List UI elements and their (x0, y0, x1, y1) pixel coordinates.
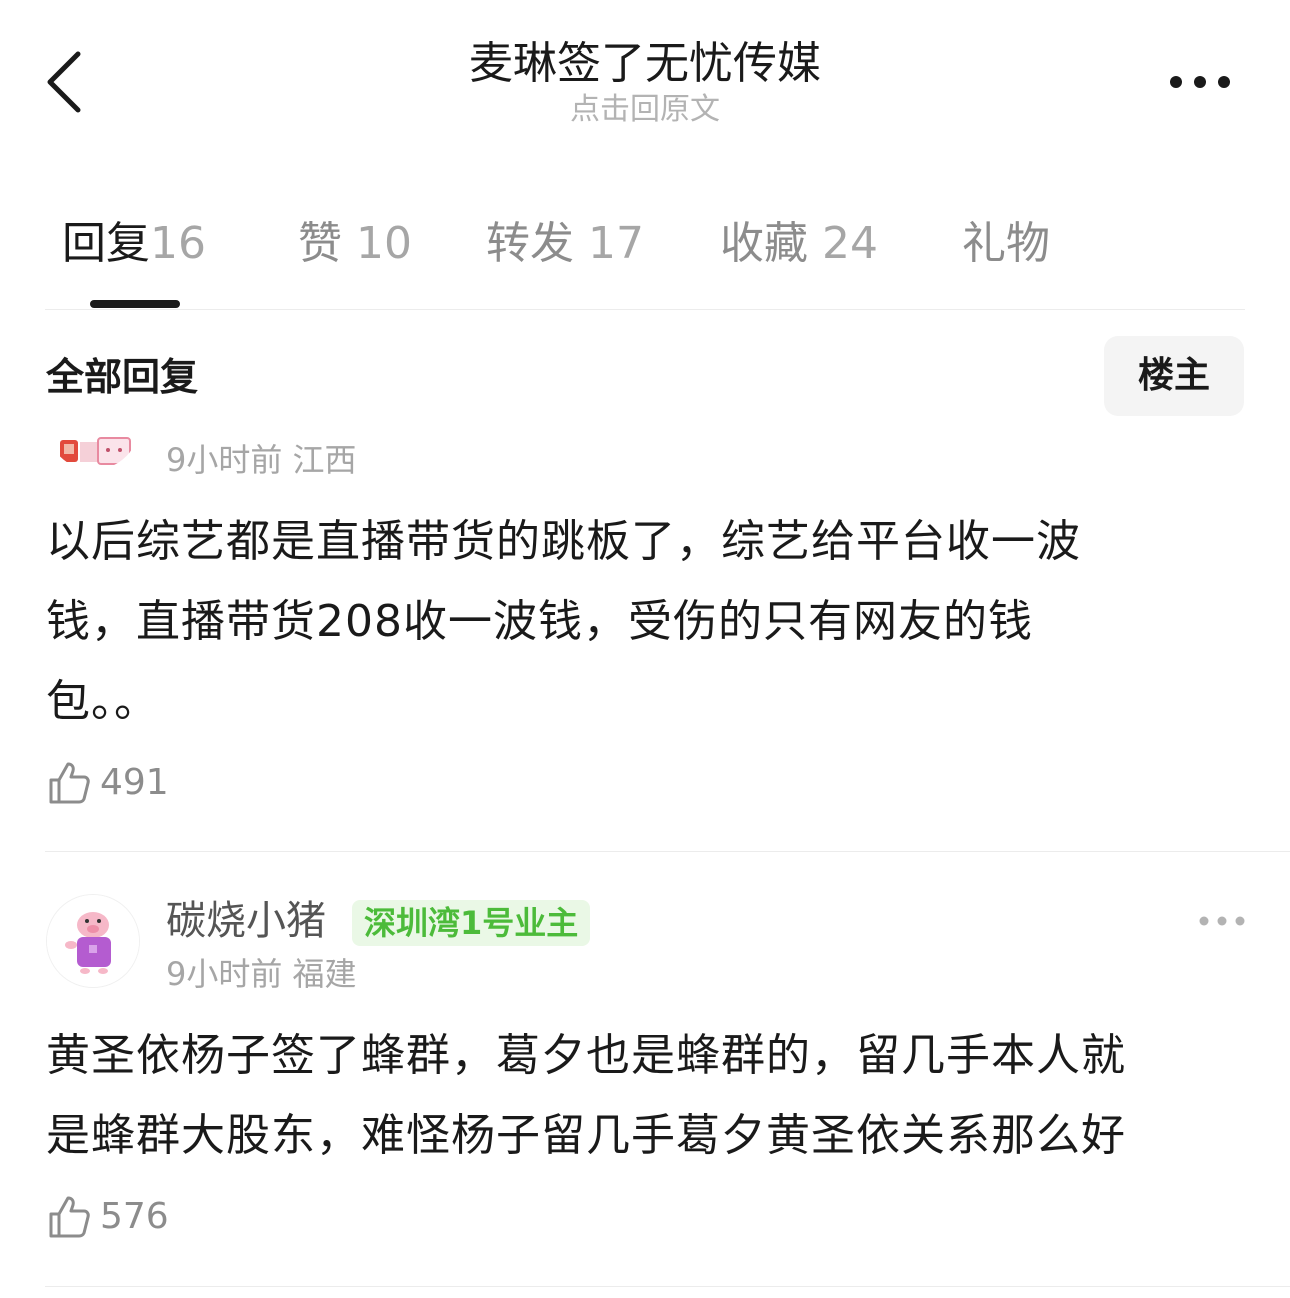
more-icon (1199, 916, 1245, 926)
comment-text: 黄圣依杨子签了蜂群，葛夕也是蜂群的，留几手本人就 是蜂群大股东，难怪杨子留几手葛… (46, 1016, 1246, 1176)
more-options-button[interactable] (1160, 60, 1240, 104)
like-count: 576 (100, 1196, 169, 1237)
comment-page: 麦琳签了无忧传媒 点击回原文 回复16 赞 10 转发 17 收藏 24 礼物 (0, 0, 1290, 1298)
tab-bar: 回复16 赞 10 转发 17 收藏 24 礼物 (0, 200, 1290, 310)
like-button[interactable]: 576 (46, 1192, 186, 1242)
comment-more-button[interactable] (1196, 908, 1248, 934)
tab-label: 赞 (298, 218, 342, 269)
tab-count: 17 (588, 218, 644, 269)
avatar[interactable] (46, 894, 140, 988)
tab-favorites[interactable]: 收藏 24 (720, 214, 878, 274)
thumbs-up-icon (49, 1196, 90, 1238)
back-to-original-link[interactable]: 点击回原文 (0, 92, 1290, 128)
page-title: 麦琳签了无忧传媒 (469, 38, 821, 89)
tab-label: 收藏 (720, 218, 808, 269)
tabs-divider (45, 309, 1245, 310)
comment-meta: 9小时前 福建 (166, 955, 357, 993)
top-bar: 麦琳签了无忧传媒 点击回原文 (0, 0, 1290, 150)
comment-line: 是蜂群大股东，难怪杨子留几手葛夕黄圣依关系那么好 (46, 1110, 1126, 1161)
thumbs-up-icon (49, 762, 90, 804)
more-icon (1170, 76, 1230, 88)
tab-gifts[interactable]: 礼物 (962, 214, 1050, 274)
comment-divider (45, 1286, 1290, 1287)
comment-line: 包。。 (46, 676, 159, 727)
tab-label: 回复 (62, 218, 150, 269)
tab-count: 10 (356, 218, 412, 269)
op-only-filter-button[interactable]: 楼主 (1104, 336, 1244, 416)
tab-likes[interactable]: 赞 10 (298, 214, 412, 274)
tab-count: 24 (822, 218, 878, 269)
like-button[interactable]: 491 (46, 758, 186, 808)
all-replies-heading: 全部回复 (46, 355, 199, 399)
comment-meta: 9小时前 江西 (166, 441, 357, 479)
comment-line: 钱，直播带货208收一波钱，受伤的只有网友的钱 (46, 596, 1033, 647)
tab-count: 16 (150, 218, 206, 269)
user-badge[interactable]: 深圳湾1号业主 (352, 900, 591, 946)
comment-divider (45, 851, 1290, 852)
tab-label: 转发 (486, 218, 574, 269)
active-tab-indicator (90, 300, 180, 308)
avatar[interactable] (46, 420, 140, 470)
comment-line: 以后综艺都是直播带货的跳板了，综艺给平台收一波 (46, 516, 1081, 567)
tab-reposts[interactable]: 转发 17 (486, 214, 644, 274)
username[interactable]: 碳烧小猪 (166, 896, 326, 946)
pig-avatar-image (47, 895, 139, 987)
like-count: 491 (100, 762, 169, 803)
comment-text: 以后综艺都是直播带货的跳板了，综艺给平台收一波 钱，直播带货208收一波钱，受伤… (46, 502, 1246, 742)
avatar-image (46, 420, 140, 470)
comment-line: 黄圣依杨子签了蜂群，葛夕也是蜂群的，留几手本人就 (46, 1030, 1126, 1081)
tab-replies[interactable]: 回复16 (62, 214, 206, 274)
tab-label: 礼物 (962, 218, 1050, 269)
